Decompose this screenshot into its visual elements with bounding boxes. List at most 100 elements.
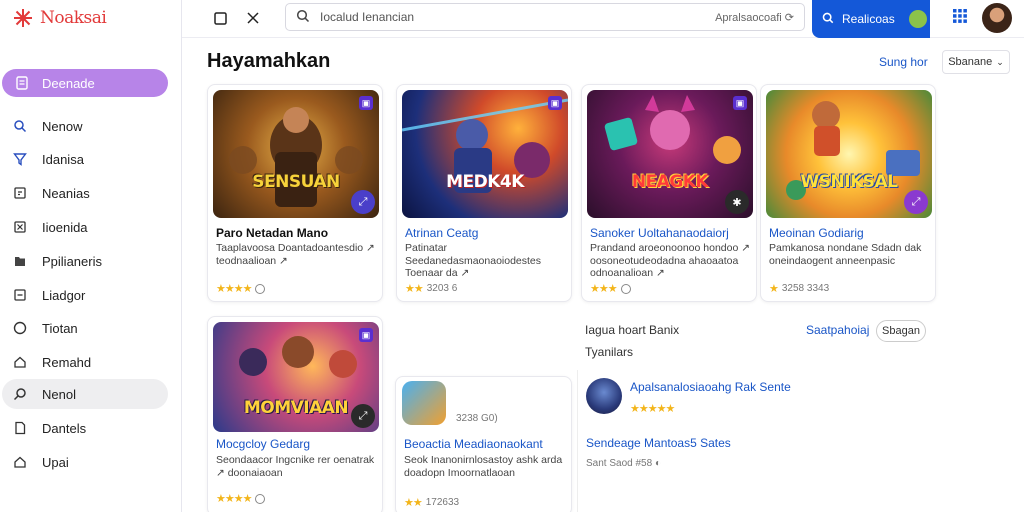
section-link[interactable]: Saatpahoiaj xyxy=(806,323,869,337)
bookmark-icon xyxy=(12,185,28,201)
see-more-link[interactable]: Sung hor xyxy=(879,55,928,69)
search-icon xyxy=(822,12,834,27)
game-description: Patinatar Seedanedasmaonaoiodestes Toena… xyxy=(405,242,542,279)
game-card[interactable]: MOMVIAAN ▣ ⤢ Mocgcloy Gedarg Seondaacor … xyxy=(207,316,383,512)
sidebar-item-label: Liadgor xyxy=(42,287,86,303)
game-rating: ★ 3258 3343 xyxy=(769,282,829,295)
share-icon[interactable]: ⤢ xyxy=(351,190,375,214)
sidebar-item-label: Idanisa xyxy=(42,151,84,167)
featured-panel[interactable]: Apalsanalosiaoahg Rak Sente ★★★★★ Sendea… xyxy=(577,370,927,512)
game-description: Prandand aroeonoonoo hondoo ↗ oosoneotud… xyxy=(590,242,751,279)
square-icon[interactable] xyxy=(210,8,230,28)
game-thumbnail: MOMVIAAN ▣ ⤢ xyxy=(213,322,379,432)
bookmark-icon: ▣ xyxy=(359,328,373,342)
rating-stars: ★★★★ xyxy=(216,493,252,505)
sidebar-item-label: Nenol xyxy=(42,386,76,402)
sort-dropdown[interactable]: Sbanane ⌄ xyxy=(942,50,1010,74)
rating-count: 172633 xyxy=(425,497,460,508)
search-input[interactable]: Iocalud Ienancian Apralsaocoafi ⟳ xyxy=(285,3,805,31)
sidebar-item-remahd[interactable]: Remahd xyxy=(2,347,168,377)
close-icon[interactable] xyxy=(243,8,263,28)
home-icon xyxy=(12,454,28,470)
game-thumbnail: SENSUAN ▣ ⤢ xyxy=(213,90,379,218)
app-list-card[interactable]: 3238 G0) Beoactia Meadiaonaokant Seok In… xyxy=(395,376,572,512)
rating-stars: ★ xyxy=(769,283,779,295)
game-description: Pamkanosa nondane Sdadn dak oneindaogent… xyxy=(769,242,922,267)
rating-stars: ★★ xyxy=(405,283,424,295)
info-icon xyxy=(255,283,266,294)
rating-count: 3203 6 xyxy=(426,283,458,294)
search-submit-button[interactable]: Realicoas xyxy=(812,0,930,38)
sidebar-item-deenade[interactable]: Deenade xyxy=(2,69,168,97)
rating-count: 3258 3343 xyxy=(781,283,830,294)
game-card[interactable]: MEDK4K ▣ Atrinan Ceatg Patinatar Seedane… xyxy=(396,84,572,302)
sidebar-item-iioenida[interactable]: Iioenida xyxy=(2,212,168,242)
section-pill-button[interactable]: Sbagan xyxy=(876,320,926,342)
avatar[interactable] xyxy=(982,3,1012,33)
app-icon xyxy=(402,381,446,425)
section-subtitle: Tyanilars xyxy=(585,345,634,359)
bookmark-icon: ▣ xyxy=(548,96,562,110)
game-rating: ★★★★ xyxy=(216,492,266,505)
character-art xyxy=(402,98,568,193)
inbox-icon xyxy=(12,287,28,303)
sidebar-item-label: Nenow xyxy=(42,118,83,134)
game-art-title: WSNIKSAL xyxy=(800,172,898,192)
game-card[interactable]: SENSUAN ▣ ⤢ Paro Netadan Mano Taaplavoos… xyxy=(207,84,383,302)
featured-subtitle: Sendeage Mantoas5 Sates xyxy=(586,436,731,450)
game-rating: ★★ 3203 6 xyxy=(405,282,457,295)
topbar: Iocalud Ienancian Apralsaocoafi ⟳ Realic… xyxy=(182,0,1024,38)
share-icon[interactable]: ⤢ xyxy=(904,190,928,214)
search-icon xyxy=(12,118,28,134)
game-art-title: NEAGKK xyxy=(631,172,709,192)
chevron-down-icon: ⌄ xyxy=(996,56,1004,67)
game-description: Seondaacor Ingcnike rer oenatrak ↗ doona… xyxy=(216,454,375,479)
apps-grid-icon[interactable] xyxy=(952,8,972,28)
featured-thumbnail xyxy=(586,378,622,414)
search-icon xyxy=(12,386,28,402)
sidebar-item-label: Deenade xyxy=(42,75,95,91)
game-card[interactable]: WSNIKSAL ⤢ Meoinan Godiarig Pamkanosa no… xyxy=(760,84,936,302)
app-description: Seok Inanonirnlosastoy ashk arda doadopn… xyxy=(404,454,563,479)
sidebar-item-nenol[interactable]: Nenol xyxy=(2,379,168,409)
sidebar-item-tiotan[interactable]: Tiotan xyxy=(2,313,168,343)
game-rating: ★★★ xyxy=(590,282,631,295)
featured-title: Apalsanalosiaoahg Rak Sente xyxy=(630,380,791,394)
bookmark-icon: ▣ xyxy=(359,96,373,110)
sidebar-item-liadgor[interactable]: Liadgor xyxy=(2,280,168,310)
sidebar: Noaksai Deenade Nenow Idanisa Neanias Ii… xyxy=(0,0,182,512)
game-thumbnail: WSNIKSAL ⤢ xyxy=(766,90,932,218)
filter-icon xyxy=(12,151,28,167)
folder-icon xyxy=(12,253,28,269)
share-icon[interactable]: ⤢ xyxy=(351,404,375,428)
sidebar-item-upai[interactable]: Upai xyxy=(2,447,168,477)
search-text: Iocalud Ienancian xyxy=(320,10,415,24)
app-logo[interactable]: Noaksai xyxy=(12,6,107,30)
logo-icon xyxy=(14,9,32,27)
sidebar-item-label: Iioenida xyxy=(42,219,88,235)
sidebar-item-ppilianeris[interactable]: Ppilianeris xyxy=(2,246,168,276)
document-icon xyxy=(14,75,30,91)
sidebar-item-nenow[interactable]: Nenow xyxy=(2,111,168,141)
sidebar-item-dantels[interactable]: Dantels xyxy=(2,413,168,443)
game-title: Meoinan Godiarig xyxy=(769,226,864,240)
app-rating: ★★ 172633 xyxy=(404,496,459,509)
sidebar-item-label: Neanias xyxy=(42,185,90,201)
game-card[interactable]: NEAGKK ▣ ✱ Sanoker Uoltahanaodaiorj Pran… xyxy=(581,84,757,302)
sidebar-item-label: Dantels xyxy=(42,420,87,436)
share-icon[interactable]: ✱ xyxy=(725,190,749,214)
info-icon xyxy=(255,493,266,504)
document-icon xyxy=(12,420,28,436)
sidebar-item-neanias[interactable]: Neanias xyxy=(2,178,168,208)
featured-stars: ★★★★★ xyxy=(630,402,675,415)
app-aside: 3238 G0) xyxy=(456,413,498,424)
home-icon xyxy=(12,354,28,370)
search-button-label: Realicoas xyxy=(842,12,895,26)
logo-text: Noaksai xyxy=(40,8,107,28)
search-icon xyxy=(296,9,310,26)
sidebar-item-label: Tiotan xyxy=(42,320,78,336)
app-title: Beoactia Meadiaonaokant xyxy=(404,437,543,451)
rating-stars: ★★★★★ xyxy=(630,403,675,415)
sort-label: Sbanane xyxy=(948,56,993,68)
sidebar-item-idanisa[interactable]: Idanisa xyxy=(2,144,168,174)
